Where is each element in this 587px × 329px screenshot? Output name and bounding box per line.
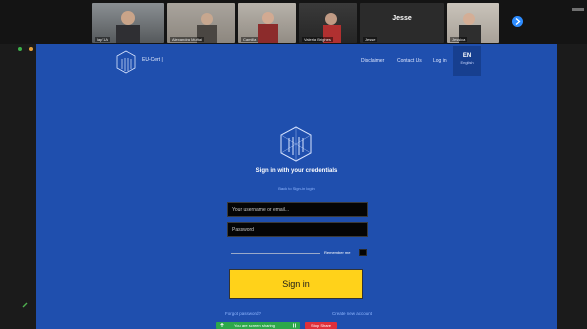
participant-name: lap'1A <box>95 37 110 42</box>
sharing-status-label: You are screen sharing <box>234 323 275 328</box>
password-input[interactable] <box>227 222 368 237</box>
language-selector[interactable]: EN English <box>453 46 481 76</box>
brand-name: EU-Cert | <box>142 57 163 63</box>
remember-me-label: Remember me <box>324 250 351 255</box>
shared-screen: EU-Cert | Disclaimer Contact Us Log in E… <box>36 44 557 329</box>
meeting-window: lap'1A Alexandra Muftai Camilla Valeria … <box>0 0 587 329</box>
back-to-signin-link[interactable]: Back to Sign-in login <box>36 186 557 191</box>
language-code: EN <box>462 53 472 59</box>
nav-log-in[interactable]: Log in <box>433 58 447 64</box>
nav-contact-us[interactable]: Contact Us <box>397 58 422 64</box>
security-icon[interactable] <box>29 47 33 51</box>
username-input[interactable] <box>227 202 368 217</box>
participant-name: Jesse <box>363 37 378 42</box>
next-page-button[interactable] <box>512 16 523 27</box>
participant-strip: lap'1A Alexandra Muftai Camilla Valeria … <box>0 0 587 44</box>
eu-cert-emblem-icon <box>280 126 312 162</box>
participant-tile[interactable]: lap'1A <box>92 3 164 43</box>
eu-cert-logo-icon <box>116 50 136 74</box>
create-account-link[interactable]: Create new account <box>332 311 372 316</box>
remember-divider <box>231 253 320 254</box>
participant-tile[interactable]: Jesse Jesse <box>360 3 444 43</box>
participant-tile[interactable]: Alexandra Muftai <box>167 3 235 43</box>
stop-share-button[interactable]: Stop Share <box>305 322 337 329</box>
participant-tile[interactable]: Camilla <box>238 3 296 43</box>
annotate-icon[interactable] <box>22 302 28 308</box>
participant-tile[interactable]: Jessica <box>447 3 499 43</box>
share-screen-icon <box>220 323 224 327</box>
participant-tile[interactable]: Valeria Brighes <box>299 3 357 43</box>
participant-display-name: Jesse <box>392 15 412 22</box>
view-options-button[interactable] <box>572 8 584 11</box>
participant-name: Camilla <box>241 37 259 42</box>
sharing-status[interactable]: You are screen sharing <box>216 322 300 329</box>
participant-name: Jessica <box>450 37 468 42</box>
participant-name: Valeria Brighes <box>302 37 333 42</box>
chevron-right-icon <box>515 18 521 25</box>
forgot-password-link[interactable]: Forgot password? <box>225 311 261 316</box>
participant-name: Alexandra Muftai <box>170 37 205 42</box>
signin-heading: Sign in with your credentials <box>255 168 338 174</box>
connection-status-icon <box>18 47 22 51</box>
language-name: English <box>460 60 474 65</box>
sign-in-button[interactable]: Sign in <box>229 269 363 299</box>
nav-disclaimer[interactable]: Disclaimer <box>361 58 384 64</box>
remember-me-checkbox[interactable] <box>359 249 367 256</box>
pause-icon <box>293 323 296 328</box>
